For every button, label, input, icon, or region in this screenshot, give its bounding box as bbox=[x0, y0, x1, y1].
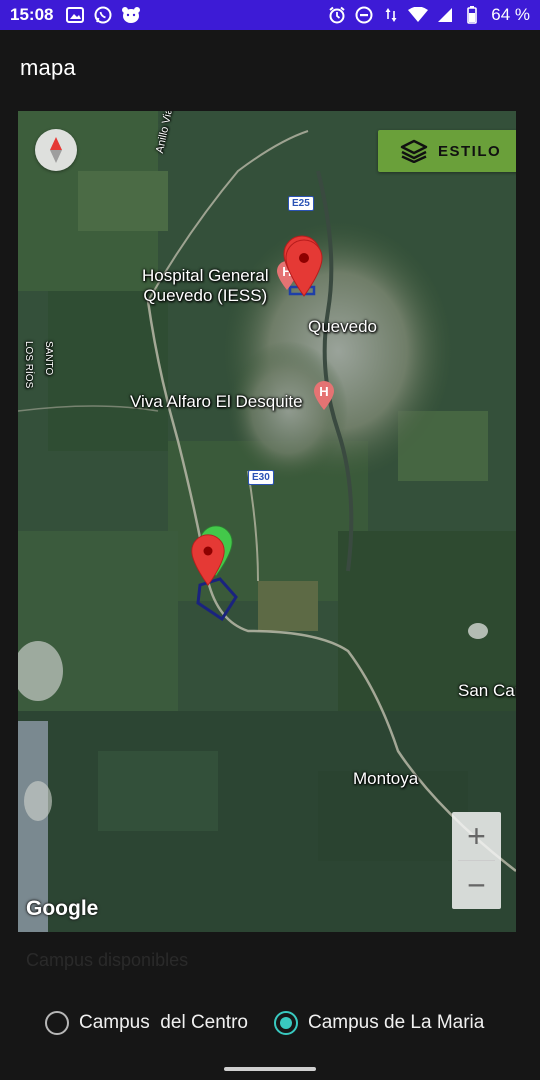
svg-text:H: H bbox=[319, 384, 328, 399]
app-toolbar: mapa bbox=[0, 30, 540, 106]
map-style-button[interactable]: ESTILO bbox=[378, 130, 516, 172]
compass-icon bbox=[50, 137, 62, 163]
data-arrows-icon bbox=[381, 6, 401, 24]
viva-alfaro-label: Viva Alfaro El Desquite bbox=[130, 392, 303, 411]
status-bar: 15:08 64 % bbox=[0, 0, 540, 30]
radio-campus-centro[interactable]: Campus del Centro bbox=[45, 1011, 248, 1035]
road-shield-e30: E30 bbox=[248, 470, 274, 485]
location-pin-icon[interactable] bbox=[190, 533, 226, 587]
alarm-icon bbox=[327, 6, 347, 24]
hospital-marker-icon[interactable]: H bbox=[313, 381, 335, 411]
location-pin-icon[interactable] bbox=[284, 239, 324, 297]
compass-button[interactable] bbox=[35, 129, 77, 171]
radio-button-unchecked[interactable] bbox=[45, 1011, 69, 1035]
battery-icon bbox=[462, 6, 482, 24]
signal-icon bbox=[435, 6, 455, 24]
san-carlos-label: San Car bbox=[458, 681, 516, 700]
battery-percent: 64 % bbox=[491, 5, 530, 24]
google-attribution[interactable]: Google bbox=[26, 897, 98, 921]
whatsapp-icon bbox=[93, 6, 113, 24]
dnd-icon bbox=[354, 6, 374, 24]
radio-button-checked[interactable] bbox=[273, 1011, 298, 1035]
city-label-quevedo: Quevedo bbox=[308, 317, 377, 336]
bear-app-icon bbox=[121, 6, 141, 24]
wifi-icon bbox=[408, 6, 429, 24]
gallery-icon bbox=[65, 6, 85, 24]
zoom-controls: + − bbox=[452, 812, 501, 909]
santo-label: SANTO bbox=[43, 341, 54, 376]
satellite-imagery bbox=[18, 111, 516, 932]
layers-icon bbox=[400, 139, 428, 163]
zoom-out-button[interactable]: − bbox=[452, 861, 501, 909]
zoom-in-button[interactable]: + bbox=[452, 812, 501, 860]
map-view[interactable]: ESTILO E25 E30 Anillo Vial Quevedo Tramo… bbox=[18, 111, 516, 932]
radio-label: Campus de La Maria bbox=[307, 1012, 485, 1033]
hospital-label: Hospital General Quevedo (IESS) bbox=[142, 266, 269, 305]
los-rios-label: LOS RÍOS bbox=[23, 341, 34, 389]
map-style-label: ESTILO bbox=[438, 142, 502, 160]
status-time: 15:08 bbox=[10, 5, 54, 24]
page-title: mapa bbox=[20, 55, 76, 80]
radio-label: Campus del Centro bbox=[79, 1012, 248, 1033]
montoya-label: Montoya bbox=[353, 769, 419, 788]
radio-campus-la-maria[interactable]: Campus de La Maria bbox=[273, 1011, 485, 1035]
road-shield-e25: E25 bbox=[288, 196, 314, 211]
gesture-nav-handle[interactable] bbox=[224, 1067, 316, 1071]
campus-heading: Campus disponibles bbox=[26, 950, 189, 970]
campus-radio-group: Campus del Centro Campus de La Maria bbox=[45, 1011, 510, 1035]
